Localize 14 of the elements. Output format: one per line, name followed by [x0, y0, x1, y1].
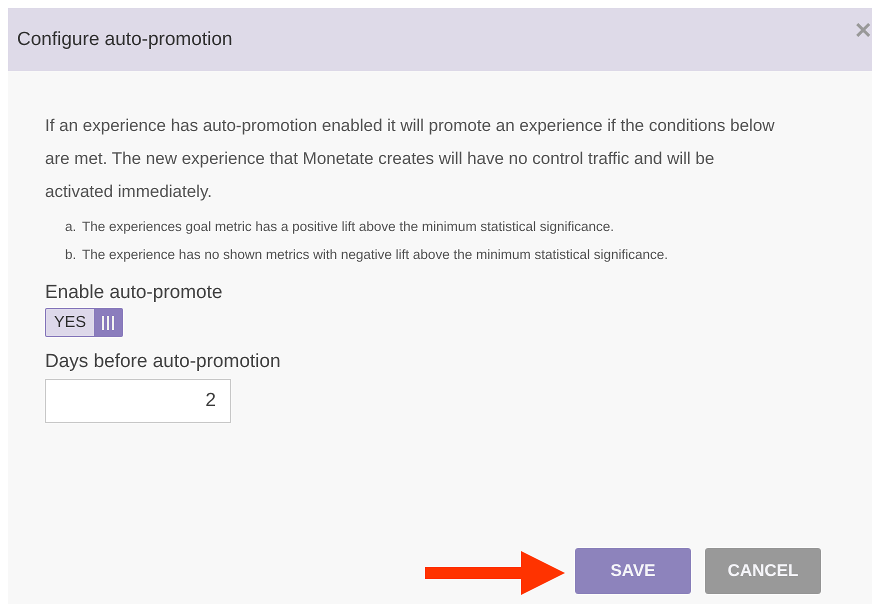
field-label: Days before auto-promotion: [45, 351, 282, 373]
list-marker: b.: [65, 246, 78, 264]
field-label: Enable auto-promote: [45, 282, 224, 304]
condition-text: The experience has no shown metrics with negative lift above the minimum statistical significance.: [82, 246, 668, 264]
condition-text: The experiences goal metric has a positive lift above the minimum statistical significance.: [82, 218, 614, 236]
list-marker: a.: [65, 218, 78, 236]
toggle-switch[interactable]: YES: [45, 308, 123, 337]
dialog-title: Configure auto-promotion: [17, 28, 232, 50]
description-text: If an experience has auto-promotion enabled it will promote an experience if the conditions below are met. The new experience that Monetate creates will have no control traffic and will be activated immediately.: [45, 115, 775, 203]
input-field[interactable]: 2: [45, 379, 231, 423]
cancel-button[interactable]: CANCEL: [705, 548, 821, 594]
arrow-icon: [425, 551, 565, 595]
save-button[interactable]: SAVE: [575, 548, 691, 594]
close-button[interactable]: ✕: [854, 18, 872, 44]
